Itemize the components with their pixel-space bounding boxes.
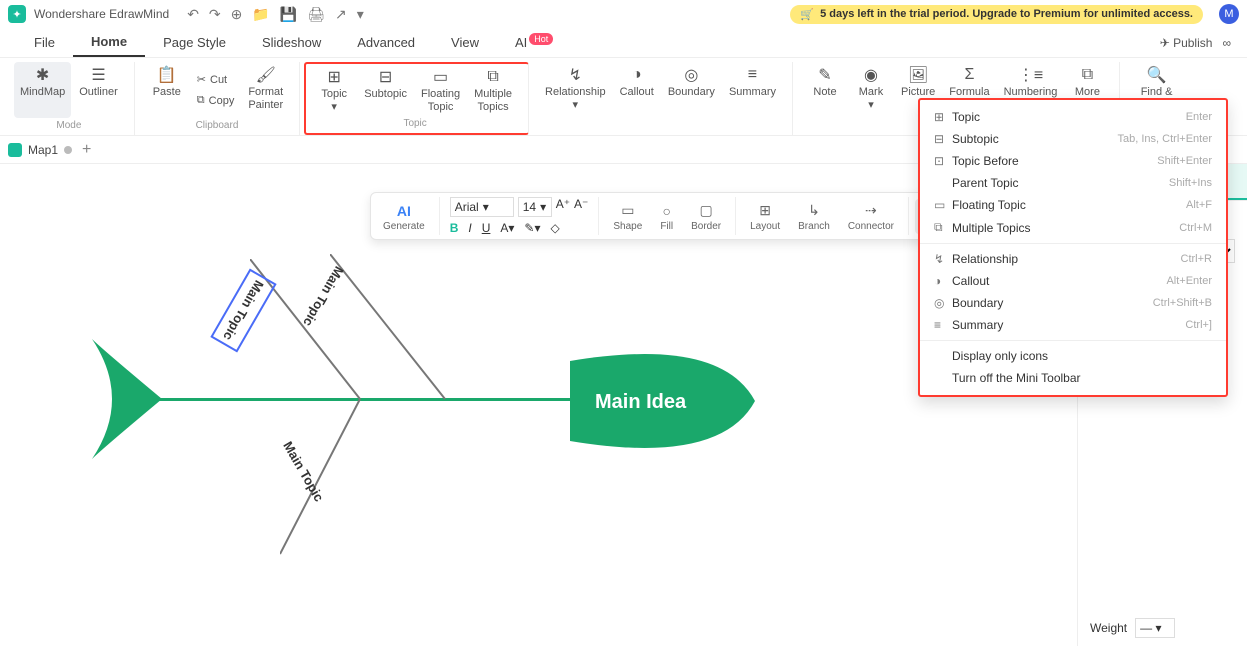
cart-icon: 🛒 [800, 8, 814, 21]
export-icon[interactable]: ↗ [335, 6, 347, 23]
weight-select[interactable]: — ▾ [1135, 618, 1175, 638]
ctx-summary[interactable]: ≡SummaryCtrl+] [920, 314, 1226, 336]
bold-button[interactable]: B [450, 221, 459, 235]
share-icon[interactable]: ∞ [1222, 36, 1231, 50]
fish-head[interactable]: Main Idea [570, 346, 760, 456]
font-grow-icon[interactable]: A⁺ [556, 197, 570, 217]
shape-button[interactable]: ▭Shape [605, 199, 650, 234]
subtopic-button[interactable]: ⊟Subtopic [358, 64, 413, 116]
topic-button[interactable]: ⊞Topic▾ [312, 64, 356, 116]
menu-slideshow[interactable]: Slideshow [244, 29, 339, 56]
fill-button[interactable]: ○Fill [652, 199, 681, 234]
undo-icon[interactable]: ↶ [187, 6, 199, 23]
ctx-display-only-icons[interactable]: Display only icons [920, 345, 1226, 367]
app-title: Wondershare EdrawMind [34, 7, 169, 21]
menu-view[interactable]: View [433, 29, 497, 56]
publish-button[interactable]: ✈ Publish [1160, 36, 1213, 50]
app-logo: ✦ [8, 5, 26, 23]
bone-2 [330, 254, 550, 404]
relationship-button[interactable]: ↯Relationship▾ [539, 62, 612, 118]
ctx-topic[interactable]: ⊞TopicEnter [920, 106, 1226, 128]
floating-topic-button[interactable]: ▭Floating Topic [415, 64, 466, 116]
weight-label: Weight [1090, 621, 1127, 635]
menu-file[interactable]: File [16, 29, 73, 56]
connector-button[interactable]: ⇢Connector [840, 199, 902, 234]
document-tab[interactable]: Map1 [8, 143, 72, 157]
ctx-subtopic[interactable]: ⊟SubtopicTab, Ins, Ctrl+Enter [920, 128, 1226, 150]
border-button[interactable]: ▢Border [683, 199, 729, 234]
ai-generate-button[interactable]: AIGenerate [375, 199, 433, 234]
redo-icon[interactable]: ↷ [209, 6, 221, 23]
font-color-button[interactable]: A▾ [500, 221, 514, 235]
font-family-select[interactable]: Arial ▾ [450, 197, 514, 217]
multiple-topics-button[interactable]: ⧉Multiple Topics [468, 64, 518, 116]
new-icon[interactable]: ⊕ [231, 6, 243, 23]
menu-home[interactable]: Home [73, 28, 145, 57]
menu-advanced[interactable]: Advanced [339, 29, 433, 56]
highlight-button[interactable]: ✎▾ [524, 221, 540, 235]
branch-button[interactable]: ↳Branch [790, 199, 838, 234]
ctx-boundary[interactable]: ◎BoundaryCtrl+Shift+B [920, 292, 1226, 314]
ctx-turn-off-the-mini-toolbar[interactable]: Turn off the Mini Toolbar [920, 367, 1226, 389]
unsaved-dot-icon [64, 146, 72, 154]
mindmap-mode-button[interactable]: ✱MindMap [14, 62, 71, 118]
doc-icon [8, 143, 22, 157]
mini-toolbar: AIGenerate Arial ▾ 14 ▾ A⁺ A⁻ B I U A▾ ✎… [370, 192, 984, 240]
ctx-callout[interactable]: ◑CalloutAlt+Enter [920, 270, 1226, 292]
save-icon[interactable]: 💾 [280, 6, 297, 23]
mark-button[interactable]: ◉Mark▾ [849, 62, 893, 118]
trial-banner[interactable]: 🛒 5 days left in the trial period. Upgra… [790, 5, 1203, 24]
ctx-relationship[interactable]: ↯RelationshipCtrl+R [920, 248, 1226, 270]
paste-button[interactable]: 📋Paste [145, 62, 189, 118]
open-icon[interactable]: 📁 [252, 6, 269, 23]
layout-button[interactable]: ⊞Layout [742, 199, 788, 234]
italic-button[interactable]: I [468, 221, 471, 235]
outliner-mode-button[interactable]: ☰Outliner [73, 62, 124, 118]
print-icon[interactable]: 🖨 [307, 6, 325, 23]
main-idea-label: Main Idea [595, 391, 687, 413]
summary-button[interactable]: ≡Summary [723, 62, 782, 118]
ctx-topic-before[interactable]: ⊡Topic BeforeShift+Enter [920, 150, 1226, 172]
underline-button[interactable]: U [482, 221, 491, 235]
boundary-button[interactable]: ◎Boundary [662, 62, 721, 118]
menu-page-style[interactable]: Page Style [145, 29, 244, 56]
canvas[interactable]: AIGenerate Arial ▾ 14 ▾ A⁺ A⁻ B I U A▾ ✎… [0, 164, 1077, 646]
cut-button[interactable]: ✂ Cut [191, 71, 241, 88]
menu-ai[interactable]: AIHot [497, 29, 571, 56]
topic-group-highlight: ⊞Topic▾ ⊟Subtopic ▭Floating Topic ⧉Multi… [304, 62, 529, 135]
ctx-parent-topic[interactable]: Parent TopicShift+Ins [920, 172, 1226, 194]
context-menu: ⊞TopicEnter⊟SubtopicTab, Ins, Ctrl+Enter… [918, 98, 1228, 397]
new-tab-button[interactable]: + [82, 141, 91, 159]
ctx-multiple-topics[interactable]: ⧉Multiple TopicsCtrl+M [920, 216, 1226, 239]
format-painter-button[interactable]: 🖌Format Painter [242, 62, 289, 118]
note-button[interactable]: ✎Note [803, 62, 847, 118]
copy-button[interactable]: ⧉ Copy [191, 92, 241, 109]
dropdown-icon[interactable]: ▾ [357, 6, 364, 23]
font-shrink-icon[interactable]: A⁻ [574, 197, 588, 217]
font-size-select[interactable]: 14 ▾ [518, 197, 552, 217]
user-avatar[interactable]: M [1219, 4, 1239, 24]
clear-format-button[interactable]: ◇ [551, 221, 560, 235]
ctx-floating-topic[interactable]: ▭Floating TopicAlt+F [920, 194, 1226, 216]
callout-button[interactable]: ◑Callout [614, 62, 660, 118]
